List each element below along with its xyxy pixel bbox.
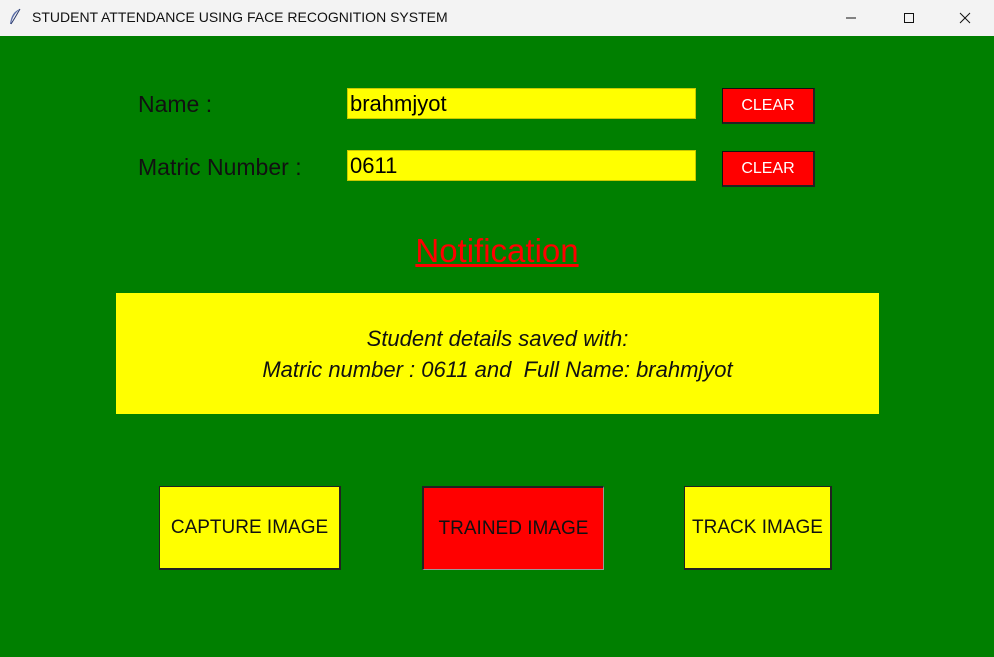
main-panel: Name : CLEAR Matric Number : CLEAR Notif…: [0, 36, 994, 657]
close-button[interactable]: [936, 0, 994, 36]
notification-box: Student details saved with: Matric numbe…: [116, 293, 879, 414]
notification-line-2: Matric number : 0611 and Full Name: brah…: [262, 356, 733, 382]
name-label: Name :: [138, 91, 213, 117]
maximize-button[interactable]: [880, 0, 938, 36]
matric-number-label: Matric Number :: [138, 154, 302, 180]
close-icon: [959, 12, 971, 24]
maximize-icon: [903, 12, 915, 24]
clear-name-button[interactable]: CLEAR: [722, 88, 815, 124]
feather-icon: [8, 8, 22, 26]
notification-line-1: Student details saved with:: [366, 325, 629, 351]
capture-image-button[interactable]: CAPTURE IMAGE: [159, 486, 341, 570]
notification-title: Notification: [415, 232, 579, 269]
clear-matric-button[interactable]: CLEAR: [722, 151, 815, 187]
trained-image-button[interactable]: TRAINED IMAGE: [422, 486, 604, 570]
matric-number-field[interactable]: [347, 150, 696, 181]
name-field[interactable]: [347, 88, 696, 119]
minimize-icon: [845, 12, 857, 24]
track-image-button[interactable]: TRACK IMAGE: [684, 486, 832, 570]
minimize-button[interactable]: [822, 0, 880, 36]
app-window: STUDENT ATTENDANCE USING FACE RECOGNITIO…: [0, 0, 994, 657]
title-bar[interactable]: STUDENT ATTENDANCE USING FACE RECOGNITIO…: [0, 0, 994, 36]
window-title: STUDENT ATTENDANCE USING FACE RECOGNITIO…: [32, 9, 448, 25]
